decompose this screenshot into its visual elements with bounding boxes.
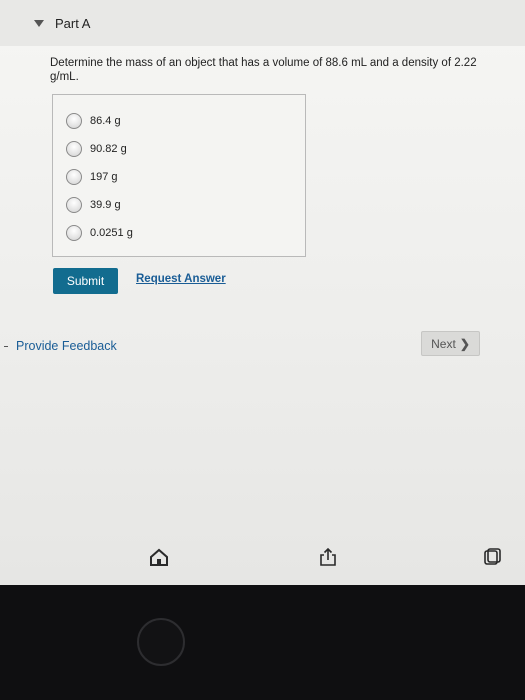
option-1[interactable]: 86.4 g: [66, 111, 121, 131]
next-label: Next: [431, 336, 456, 351]
option-label: 39.9 g: [90, 199, 121, 211]
chevron-right-icon: ❯: [459, 336, 470, 351]
option-label: 86.4 g: [90, 115, 121, 127]
part-title: Part A: [55, 16, 91, 31]
feedback-bullet: [4, 346, 8, 347]
home-icon[interactable]: [149, 547, 169, 567]
share-icon[interactable]: [318, 547, 338, 567]
option-5[interactable]: 0.0251 g: [66, 223, 133, 243]
radio-button[interactable]: [66, 225, 82, 241]
device-home-button[interactable]: [137, 618, 185, 666]
question-text: Determine the mass of an object that has…: [50, 57, 477, 83]
option-label: 90.82 g: [90, 143, 127, 155]
radio-button[interactable]: [66, 197, 82, 213]
part-header[interactable]: Part A: [0, 0, 525, 46]
radio-button[interactable]: [66, 141, 82, 157]
tabs-icon[interactable]: [482, 547, 502, 567]
option-label: 0.0251 g: [90, 227, 133, 239]
next-button[interactable]: Next ❯: [421, 331, 480, 356]
radio-button[interactable]: [66, 113, 82, 129]
option-3[interactable]: 197 g: [66, 167, 118, 187]
provide-feedback-link[interactable]: Provide Feedback: [16, 339, 117, 353]
option-4[interactable]: 39.9 g: [66, 195, 121, 215]
device-bezel: [0, 585, 525, 700]
option-label: 197 g: [90, 171, 118, 183]
option-2[interactable]: 90.82 g: [66, 139, 127, 159]
radio-button[interactable]: [66, 169, 82, 185]
collapse-triangle-icon[interactable]: [34, 20, 44, 27]
submit-button[interactable]: Submit: [53, 268, 118, 294]
request-answer-link[interactable]: Request Answer: [136, 273, 226, 285]
browser-screen: Part A Determine the mass of an object t…: [0, 0, 525, 585]
